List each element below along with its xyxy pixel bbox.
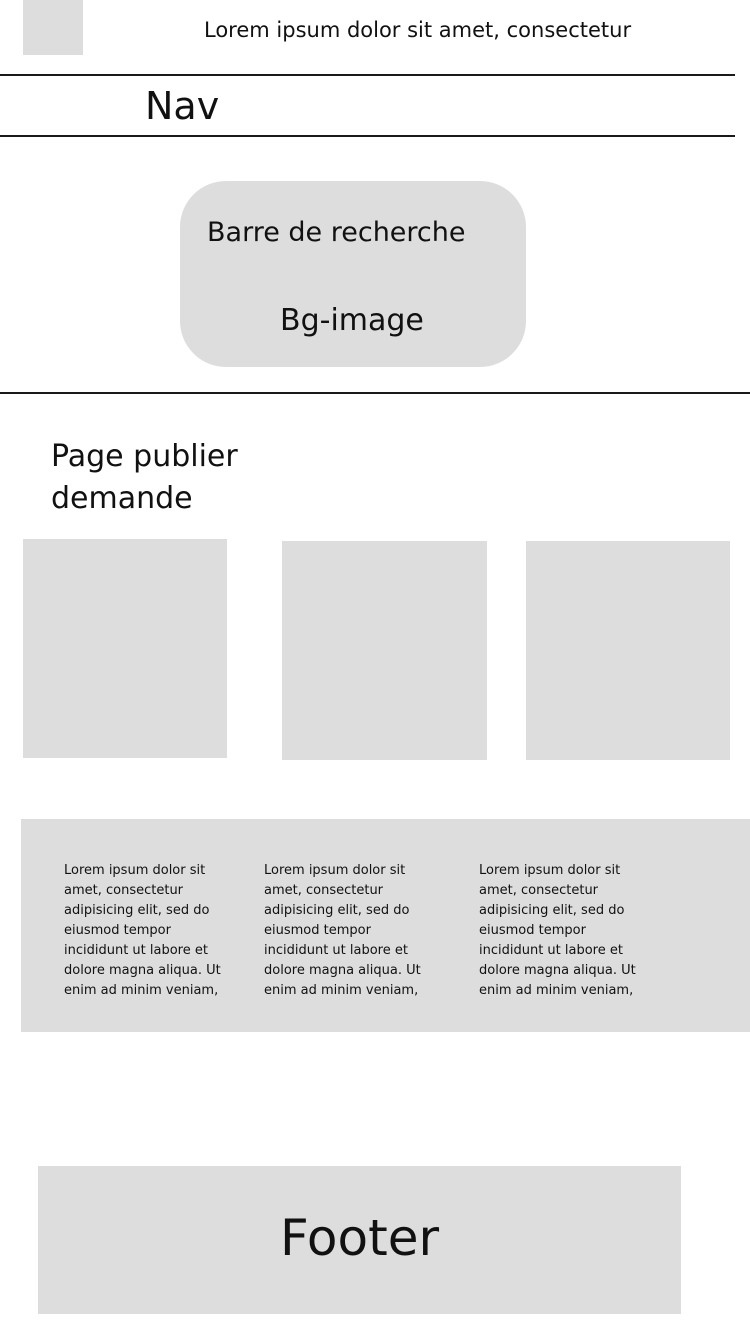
divider [0,392,750,394]
text-column: Lorem ipsum dolor sit amet, consectetur … [479,863,636,998]
header-text: Lorem ipsum dolor sit amet, consectetur [204,18,632,42]
bg-image-label: Bg-image [280,303,424,338]
logo-placeholder[interactable] [23,0,83,55]
nav-bar[interactable]: Nav [145,84,219,128]
card-image-placeholder[interactable] [526,541,730,760]
search-bar-label[interactable]: Barre de recherche [207,216,466,250]
footer-label: Footer [279,1209,440,1267]
text-column: Lorem ipsum dolor sit amet, consectetur … [64,863,221,998]
divider [0,135,735,137]
page-title: Page publier demande [51,439,238,516]
divider [0,74,735,76]
card-image-placeholder[interactable] [282,541,487,760]
text-column: Lorem ipsum dolor sit amet, consectetur … [264,863,421,998]
card-image-placeholder[interactable] [23,539,227,758]
